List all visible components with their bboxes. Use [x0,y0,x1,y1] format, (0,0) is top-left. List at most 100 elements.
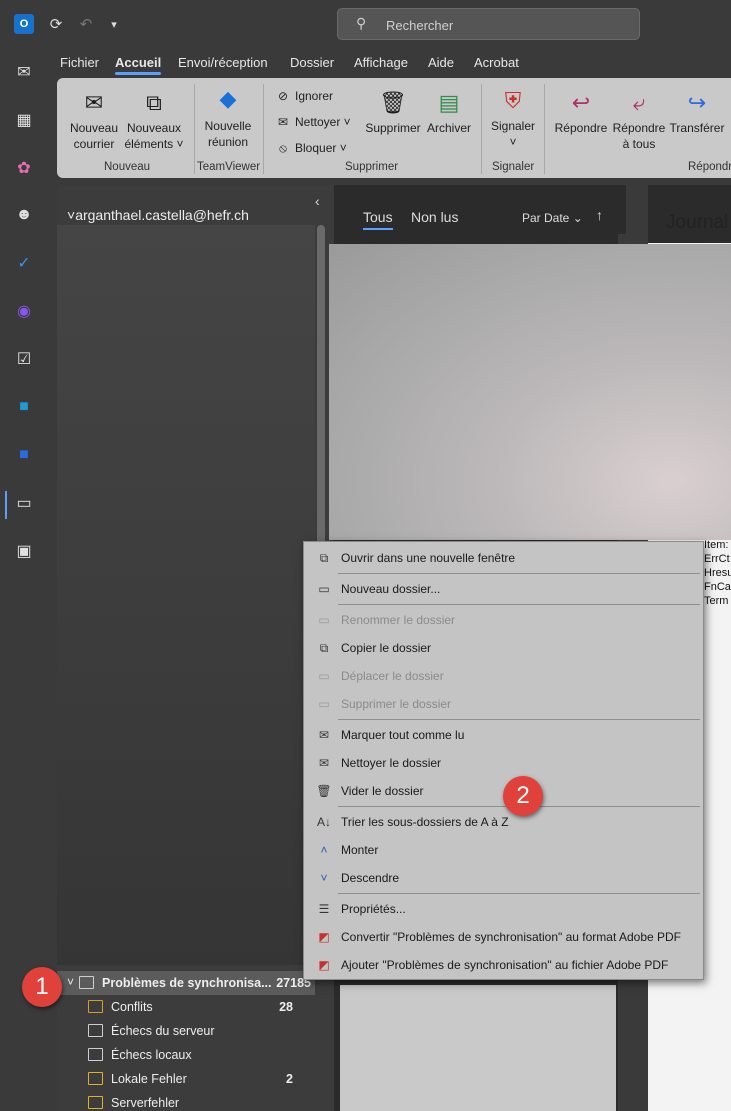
shield-icon: ⛨ [504,88,522,113]
folder-icon [88,1024,103,1037]
folder-conflicts[interactable]: Conflits 28 [57,995,315,1019]
sort-by-date-dropdown[interactable]: Par Date ⌄ [522,211,583,225]
folder-list-background [57,225,315,965]
menu-delete-folder: ▭ Supprimer le dossier [304,691,703,717]
folder-icon [79,976,94,989]
adobe-pdf-icon: ◩ [318,958,330,972]
clean-button[interactable]: ✉ Nettoyer ˅ [275,114,351,130]
mail-icon[interactable]: ✉ [10,58,38,86]
new-meeting-button[interactable]: ◆ Nouvelle réunion [199,84,257,150]
menu-open-new-window[interactable]: ⧉ Ouvrir dans une nouvelle fenêtre [304,545,703,571]
group-teamviewer: TeamViewer [197,161,261,173]
ribbon-separator [194,84,195,174]
menu-label: Marquer tout comme lu [341,728,465,742]
undo-icon[interactable]: ↶ [75,13,97,35]
reading-line: ErrCt [704,553,730,565]
tab-affichage[interactable]: Affichage [354,55,408,70]
menu-clean-folder[interactable]: ✉ Nettoyer le dossier [304,750,703,776]
new-mail-button[interactable]: ✉ Nouveau courrier [65,88,123,152]
forward-icon: ↪ [687,90,707,115]
people-icon[interactable]: ☻ [10,201,38,229]
menu-separator [338,719,700,720]
menu-mark-all-read[interactable]: ✉ Marquer tout comme lu [304,722,703,748]
menu-label: Déplacer le dossier [341,669,444,683]
copilot-icon[interactable]: ✿ [10,154,38,182]
tab-aide[interactable]: Aide [428,55,454,70]
folders-icon[interactable]: ▭ [10,489,38,517]
new-mail-label-1: Nouveau [69,121,119,135]
reading-body: Item: ErrCt Hresu FnCa Term [704,538,731,608]
tab-accueil[interactable]: Accueil [115,55,162,75]
folder-label: Lokale Fehler [111,1072,187,1086]
menu-sort-subfolders[interactable]: A↓ Trier les sous-dossiers de A à Z [304,809,703,835]
account-label: arganthael.castella@hefr.ch [75,207,249,223]
tasks-icon[interactable]: ☑ [10,345,38,373]
tab-all[interactable]: Tous [363,209,393,230]
sort-direction-icon[interactable]: ↑ [596,207,603,223]
search-input[interactable]: ⚲ Rechercher [337,8,640,40]
apps-icon[interactable]: ▣ [10,537,38,565]
account-header[interactable]: ˅arganthael.castella@hefr.ch [67,207,249,223]
folder-label: Serverfehler [111,1096,180,1110]
group-signaler: Signaler [492,161,535,173]
todo-icon[interactable]: ✓ [10,249,38,277]
new-items-label-2: éléments ˅ [124,137,184,151]
folder-local-failures[interactable]: Échecs locaux [57,1043,315,1067]
tab-dossier[interactable]: Dossier [290,55,334,70]
report-button[interactable]: ⛨ Signaler ˅ [487,86,539,150]
folder-scrollbar[interactable] [317,225,325,575]
outlook-logo-icon: O [14,14,34,34]
chevron-down-icon: ˅ [67,975,75,989]
folder-serverfehler[interactable]: Serverfehler [57,1091,315,1111]
calendar-icon[interactable]: ▦ [10,106,38,134]
reply-button[interactable]: ↩ Répondre [551,88,611,136]
reply-all-button[interactable]: ⤶ Répondre à tous [609,88,669,152]
group-repondre: Répondr [688,161,731,173]
reading-line: Item: [704,539,729,551]
delete-button[interactable]: 🗑 Supprimer [361,88,425,136]
folder-label: Échecs locaux [111,1048,192,1062]
collapse-pane-icon[interactable]: ‹ [315,193,320,209]
menu-label: Trier les sous-dossiers de A à Z [341,815,509,829]
new-mail-icon: ✉ [84,90,104,115]
ribbon-separator [481,84,482,174]
group-supprimer: Supprimer [345,161,399,173]
blurred-region [329,244,731,540]
properties-icon: ☰ [318,902,330,916]
new-meeting-label-1: Nouvelle [204,119,252,133]
loop-icon[interactable]: ◉ [10,297,38,325]
menu-convert-pdf[interactable]: ◩ Convertir "Problèmes de synchronisation… [304,924,703,950]
tab-envoi-reception[interactable]: Envoi/réception [178,55,268,70]
search-icon: ⚲ [356,15,367,31]
new-items-label-1: Nouveaux [126,121,182,135]
tab-fichier[interactable]: Fichier [60,55,99,70]
exchange-icon[interactable]: ■ [10,393,38,421]
folder-server-failures[interactable]: Échecs du serveur [57,1019,315,1043]
folder-label: Échecs du serveur [111,1024,215,1038]
new-window-icon: ⧉ [319,550,329,565]
menu-label: Ajouter "Problèmes de synchronisation" a… [341,958,669,972]
folder-icon [88,1048,103,1061]
new-items-button[interactable]: ⧉ Nouveaux éléments ˅ [123,88,185,152]
menu-move-up[interactable]: ˄ Monter [304,837,703,863]
archive-button[interactable]: ▤ Archiver [423,88,475,136]
reply-icon: ↩ [571,90,591,115]
ignore-button[interactable]: ⊘ Ignorer [275,88,333,104]
tab-unread[interactable]: Non lus [411,209,458,225]
menu-properties[interactable]: ☰ Propriétés... [304,896,703,922]
quick-access-dropdown-icon[interactable]: ▾ [103,13,125,35]
teamviewer-rail-icon[interactable]: ■ [10,441,38,469]
folder-sync-issues[interactable]: ˅ Problèmes de synchronisa... 27185 [57,971,315,995]
forward-button[interactable]: ↪ Transférer [667,88,727,136]
block-button[interactable]: ⦸ Bloquer ˅ [275,140,347,156]
folder-lokale-fehler[interactable]: Lokale Fehler 2 [57,1067,315,1091]
menu-new-folder[interactable]: ▭ Nouveau dossier... [304,576,703,602]
sync-icon[interactable]: ⟳ [45,13,67,35]
menu-copy-folder[interactable]: ⧉ Copier le dossier [304,635,703,661]
chevron-down-icon: ˅ [67,207,76,223]
menu-label: Ouvrir dans une nouvelle fenêtre [341,551,516,565]
menu-separator [338,573,700,574]
tab-acrobat[interactable]: Acrobat [474,55,519,70]
menu-move-down[interactable]: ˅ Descendre [304,865,703,891]
menu-append-pdf[interactable]: ◩ Ajouter "Problèmes de synchronisation" … [304,952,703,978]
